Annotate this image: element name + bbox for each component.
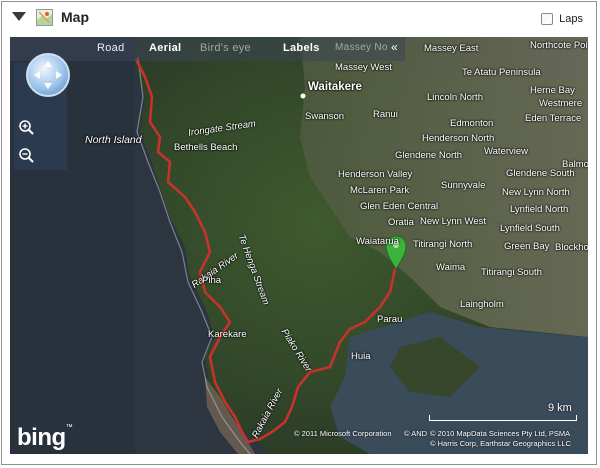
region-label: North Island bbox=[85, 134, 142, 146]
pan-compass-icon[interactable] bbox=[26, 53, 70, 97]
place-label: Waiatarua bbox=[356, 236, 399, 247]
place-label: Sunnyvale bbox=[441, 180, 486, 191]
place-label: Piha bbox=[202, 275, 222, 286]
collapse-triangle-icon[interactable] bbox=[12, 12, 26, 21]
zoom-out-icon[interactable] bbox=[18, 147, 34, 163]
map-icon bbox=[36, 9, 53, 26]
place-label: New Lynn North bbox=[502, 187, 570, 198]
bing-logo: bing™ bbox=[17, 424, 73, 451]
zoom-in-icon[interactable] bbox=[18, 119, 34, 135]
place-label: McLaren Park bbox=[350, 185, 410, 196]
copyright-mapdata: © 2010 MapData Sciences Pty Ltd, PSMA bbox=[430, 429, 571, 438]
birds-eye-view-button[interactable]: Bird's eye bbox=[200, 42, 251, 54]
place-label: Waima bbox=[436, 262, 466, 273]
place-label: Massey East bbox=[424, 43, 479, 54]
laps-checkbox[interactable] bbox=[541, 13, 553, 25]
place-label: Herne Bay bbox=[530, 85, 575, 96]
place-label: Westmere bbox=[539, 98, 583, 109]
place-label: Bethells Beach bbox=[174, 142, 238, 153]
road-view-button[interactable]: Road bbox=[97, 42, 125, 54]
place-label: Oratia bbox=[388, 217, 414, 228]
place-label: Lynfield North bbox=[510, 204, 569, 215]
map-panel: Map Laps Massey East Northcote Poi Masse… bbox=[1, 1, 597, 465]
place-label: Henderson North bbox=[422, 133, 495, 144]
map-view[interactable]: Massey East Northcote Poi Massey West Te… bbox=[10, 37, 588, 454]
place-label: Massey West bbox=[335, 62, 392, 73]
place-label: Lincoln North bbox=[427, 92, 483, 103]
place-label: Edmonton bbox=[450, 118, 494, 129]
copyright-harris: © Harris Corp, Earthstar Geographics LLC bbox=[430, 439, 571, 448]
place-label: Lynfield South bbox=[500, 223, 560, 234]
scale-label: 9 km bbox=[548, 402, 572, 414]
place-label: Titirangi South bbox=[481, 267, 542, 278]
panel-title: Map bbox=[61, 9, 89, 25]
place-label: Blockhouse bbox=[555, 242, 588, 253]
scale-bar bbox=[429, 415, 577, 421]
map-type-toolbar: Road Aerial Bird's eye Labels Massey No … bbox=[10, 37, 405, 61]
place-label: New Lynn West bbox=[420, 216, 486, 227]
laps-label: Laps bbox=[559, 13, 583, 25]
place-label: Te Atatu Peninsula bbox=[462, 67, 541, 78]
place-label: Karekare bbox=[208, 329, 247, 340]
copyright-and: © AND bbox=[404, 429, 428, 438]
place-label: Swanson bbox=[305, 111, 345, 122]
aerial-imagery bbox=[10, 37, 588, 454]
place-label: Waterview bbox=[484, 146, 528, 157]
place-label: Glen Eden Central bbox=[360, 201, 439, 212]
aerial-view-button[interactable]: Aerial bbox=[149, 42, 181, 54]
place-label: Titirangi North bbox=[413, 239, 473, 250]
place-label: Northcote Poi bbox=[530, 40, 588, 51]
place-label: Ranui bbox=[373, 109, 398, 120]
place-label-town: Waitakere bbox=[308, 81, 362, 93]
place-label: Glendene North bbox=[395, 150, 463, 161]
labels-toggle-button[interactable]: Labels bbox=[283, 42, 320, 54]
place-label: Laingholm bbox=[460, 299, 504, 310]
place-label: Huia bbox=[351, 351, 371, 362]
collapse-toolbar-button[interactable]: « bbox=[391, 40, 398, 54]
place-label: Green Bay bbox=[504, 241, 550, 252]
place-label: Glendene South bbox=[506, 168, 575, 179]
copyright-microsoft: © 2011 Microsoft Corporation bbox=[294, 429, 392, 438]
panel-header: Map Laps bbox=[2, 2, 596, 34]
place-label: Parau bbox=[377, 314, 403, 325]
place-label: Henderson Valley bbox=[338, 169, 413, 180]
place-label: Eden Terrace bbox=[525, 113, 582, 124]
place-label: Massey No bbox=[335, 42, 388, 53]
